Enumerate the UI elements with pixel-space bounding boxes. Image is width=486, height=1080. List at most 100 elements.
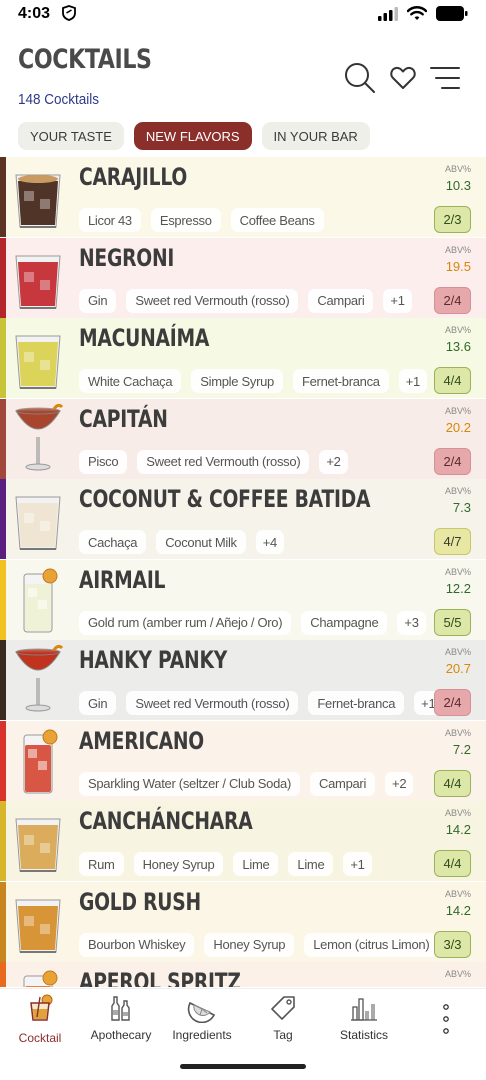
category-stripe bbox=[0, 720, 6, 801]
ingredient-chip: White Cachaça bbox=[79, 369, 182, 393]
chip-your-taste[interactable]: YOUR TASTE bbox=[18, 122, 124, 150]
lime-slice-icon bbox=[187, 993, 217, 1028]
abv-label: ABV% bbox=[444, 969, 471, 979]
category-stripe bbox=[0, 398, 6, 479]
cocktail-image bbox=[10, 805, 66, 877]
more-ingredients-count: +2 bbox=[319, 449, 348, 474]
abv-label: ABV% bbox=[444, 888, 471, 899]
cocktail-row[interactable]: AIRMAIL ABV% 12.2 Gold rum (amber rum / … bbox=[0, 559, 486, 640]
tab-label: Cocktail bbox=[18, 1031, 62, 1045]
cocktail-image bbox=[10, 725, 66, 797]
cocktail-name: COCONUT & COFFEE BATIDA bbox=[79, 485, 371, 513]
ingredient-chip: Espresso bbox=[150, 208, 221, 232]
chip-new-flavors[interactable]: NEW FLAVORS bbox=[133, 122, 252, 150]
ingredient-list: Gold rum (amber rum / Añejo / Oro) Champa… bbox=[79, 610, 426, 635]
ingredient-chip: Honey Syrup bbox=[204, 932, 295, 957]
status-bar: 4:03 bbox=[0, 0, 486, 34]
cocktail-name: CARAJILLO bbox=[79, 163, 188, 191]
ingredient-chip: Champagne bbox=[301, 610, 388, 635]
more-menu-button[interactable] bbox=[406, 989, 486, 1061]
more-ingredients-count: +2 bbox=[385, 771, 414, 796]
tab-label: Statistics bbox=[339, 1028, 388, 1042]
ingredient-chip: Lime bbox=[233, 852, 279, 876]
ingredient-list: Rum Honey Syrup Lime Lime +1 bbox=[79, 852, 372, 876]
ingredient-chip: Cachaça bbox=[79, 530, 147, 554]
cocktail-count: 148 Cocktails bbox=[18, 91, 100, 108]
cocktail-row[interactable]: APEROL SPRITZ ABV% bbox=[0, 962, 486, 987]
filter-menu-icon[interactable] bbox=[430, 66, 460, 95]
abv-label: ABV% bbox=[444, 486, 471, 496]
cocktail-row[interactable]: CAPITÁN ABV% 20.2 Pisco Sweet red Vermout… bbox=[0, 398, 486, 479]
cocktail-name: NEGRONI bbox=[79, 243, 175, 272]
abv-value: 12.2 bbox=[445, 580, 471, 596]
ingredient-chip: Fernet-branca bbox=[308, 691, 405, 715]
cocktail-row[interactable]: NEGRONI ABV% 19.5 Gin Sweet red Vermouth … bbox=[0, 237, 486, 318]
tab-tag[interactable]: Tag bbox=[243, 989, 323, 1061]
abv-value: 20.2 bbox=[445, 419, 471, 435]
search-icon[interactable] bbox=[344, 62, 376, 99]
shield-icon bbox=[62, 5, 76, 26]
filter-chips: YOUR TASTE NEW FLAVORS IN YOUR BAR bbox=[18, 122, 370, 150]
match-badge: 2/3 bbox=[434, 206, 471, 233]
heart-icon[interactable] bbox=[390, 66, 416, 95]
cocktail-name: CAPITÁN bbox=[79, 404, 168, 433]
more-ingredients-count: +1 bbox=[383, 288, 412, 313]
more-ingredients-count: +3 bbox=[397, 610, 426, 635]
cocktail-icon bbox=[25, 993, 55, 1028]
abv-label: ABV% bbox=[444, 727, 471, 738]
cocktail-list[interactable]: CARAJILLO ABV% 10.3 Licor 43 Espresso Coff… bbox=[0, 157, 486, 987]
ingredient-chip: Coconut Milk bbox=[156, 530, 246, 554]
abv-value: 10.3 bbox=[445, 178, 471, 193]
cocktail-name: AIRMAIL bbox=[79, 565, 166, 594]
cocktail-name: HANKY PANKY bbox=[79, 646, 228, 674]
tab-bar: Cocktail Apothecary Ingredients Tag Stat… bbox=[0, 988, 486, 1060]
abv-label: ABV% bbox=[444, 164, 471, 174]
match-badge: 2/4 bbox=[434, 286, 471, 314]
cocktail-row[interactable]: CARAJILLO ABV% 10.3 Licor 43 Espresso Coff… bbox=[0, 157, 486, 237]
ingredient-chip: Sparkling Water (seltzer / Club Soda) bbox=[79, 771, 301, 796]
cocktail-name: MACUNAÍMA bbox=[79, 324, 210, 352]
chip-in-your-bar[interactable]: IN YOUR BAR bbox=[261, 122, 370, 150]
ingredient-list: Sparkling Water (seltzer / Club Soda) Cam… bbox=[79, 771, 414, 796]
ingredient-chip: Gin bbox=[79, 691, 117, 715]
bottles-icon bbox=[106, 993, 136, 1028]
cocktail-name: CANCHÁNCHARA bbox=[79, 807, 253, 835]
ingredient-chip: Campari bbox=[310, 771, 376, 796]
match-badge: 2/4 bbox=[434, 447, 471, 475]
more-vertical-icon bbox=[442, 1003, 450, 1040]
cocktail-row[interactable]: CANCHÁNCHARA ABV% 14.2 Rum Honey Syrup Lim… bbox=[0, 801, 486, 881]
cocktail-row[interactable]: MACUNAÍMA ABV% 13.6 White Cachaça Simple … bbox=[0, 318, 486, 398]
match-badge: 3/3 bbox=[434, 930, 471, 958]
category-stripe bbox=[0, 559, 6, 640]
battery-icon bbox=[436, 6, 468, 26]
cocktail-image bbox=[10, 483, 66, 555]
tab-ingredients[interactable]: Ingredients bbox=[162, 989, 242, 1061]
tab-cocktail[interactable]: Cocktail bbox=[0, 989, 80, 1061]
ingredient-chip: Sweet red Vermouth (rosso) bbox=[126, 691, 299, 715]
cocktail-row[interactable]: AMERICANO ABV% 7.2 Sparkling Water (selt… bbox=[0, 720, 486, 801]
abv-value: 14.2 bbox=[445, 902, 471, 918]
abv-label: ABV% bbox=[444, 325, 471, 335]
signal-icon bbox=[378, 6, 398, 26]
abv-value: 13.6 bbox=[445, 339, 471, 354]
tab-apothecary[interactable]: Apothecary bbox=[81, 989, 161, 1061]
abv-value: 7.3 bbox=[452, 500, 471, 515]
category-stripe bbox=[0, 801, 6, 881]
cocktail-row[interactable]: GOLD RUSH ABV% 14.2 Bourbon Whiskey Honey… bbox=[0, 881, 486, 962]
cocktail-image bbox=[10, 403, 66, 475]
category-stripe bbox=[0, 157, 6, 237]
abv-value: 19.5 bbox=[445, 258, 471, 274]
home-indicator bbox=[180, 1064, 306, 1069]
ingredient-chip: Honey Syrup bbox=[133, 852, 224, 876]
ingredient-chip: Gin bbox=[79, 288, 117, 313]
ingredient-chip: Licor 43 bbox=[79, 208, 141, 232]
wifi-icon bbox=[406, 6, 428, 26]
abv-label: ABV% bbox=[444, 647, 471, 657]
category-stripe bbox=[0, 962, 6, 987]
ingredient-chip: Simple Syrup bbox=[191, 369, 283, 393]
tab-statistics[interactable]: Statistics bbox=[324, 989, 404, 1061]
category-stripe bbox=[0, 318, 6, 398]
more-ingredients-count: +1 bbox=[398, 369, 427, 393]
cocktail-row[interactable]: COCONUT & COFFEE BATIDA ABV% 7.3 Cachaça… bbox=[0, 479, 486, 559]
cocktail-row[interactable]: HANKY PANKY ABV% 20.7 Gin Sweet red Vermo… bbox=[0, 640, 486, 720]
